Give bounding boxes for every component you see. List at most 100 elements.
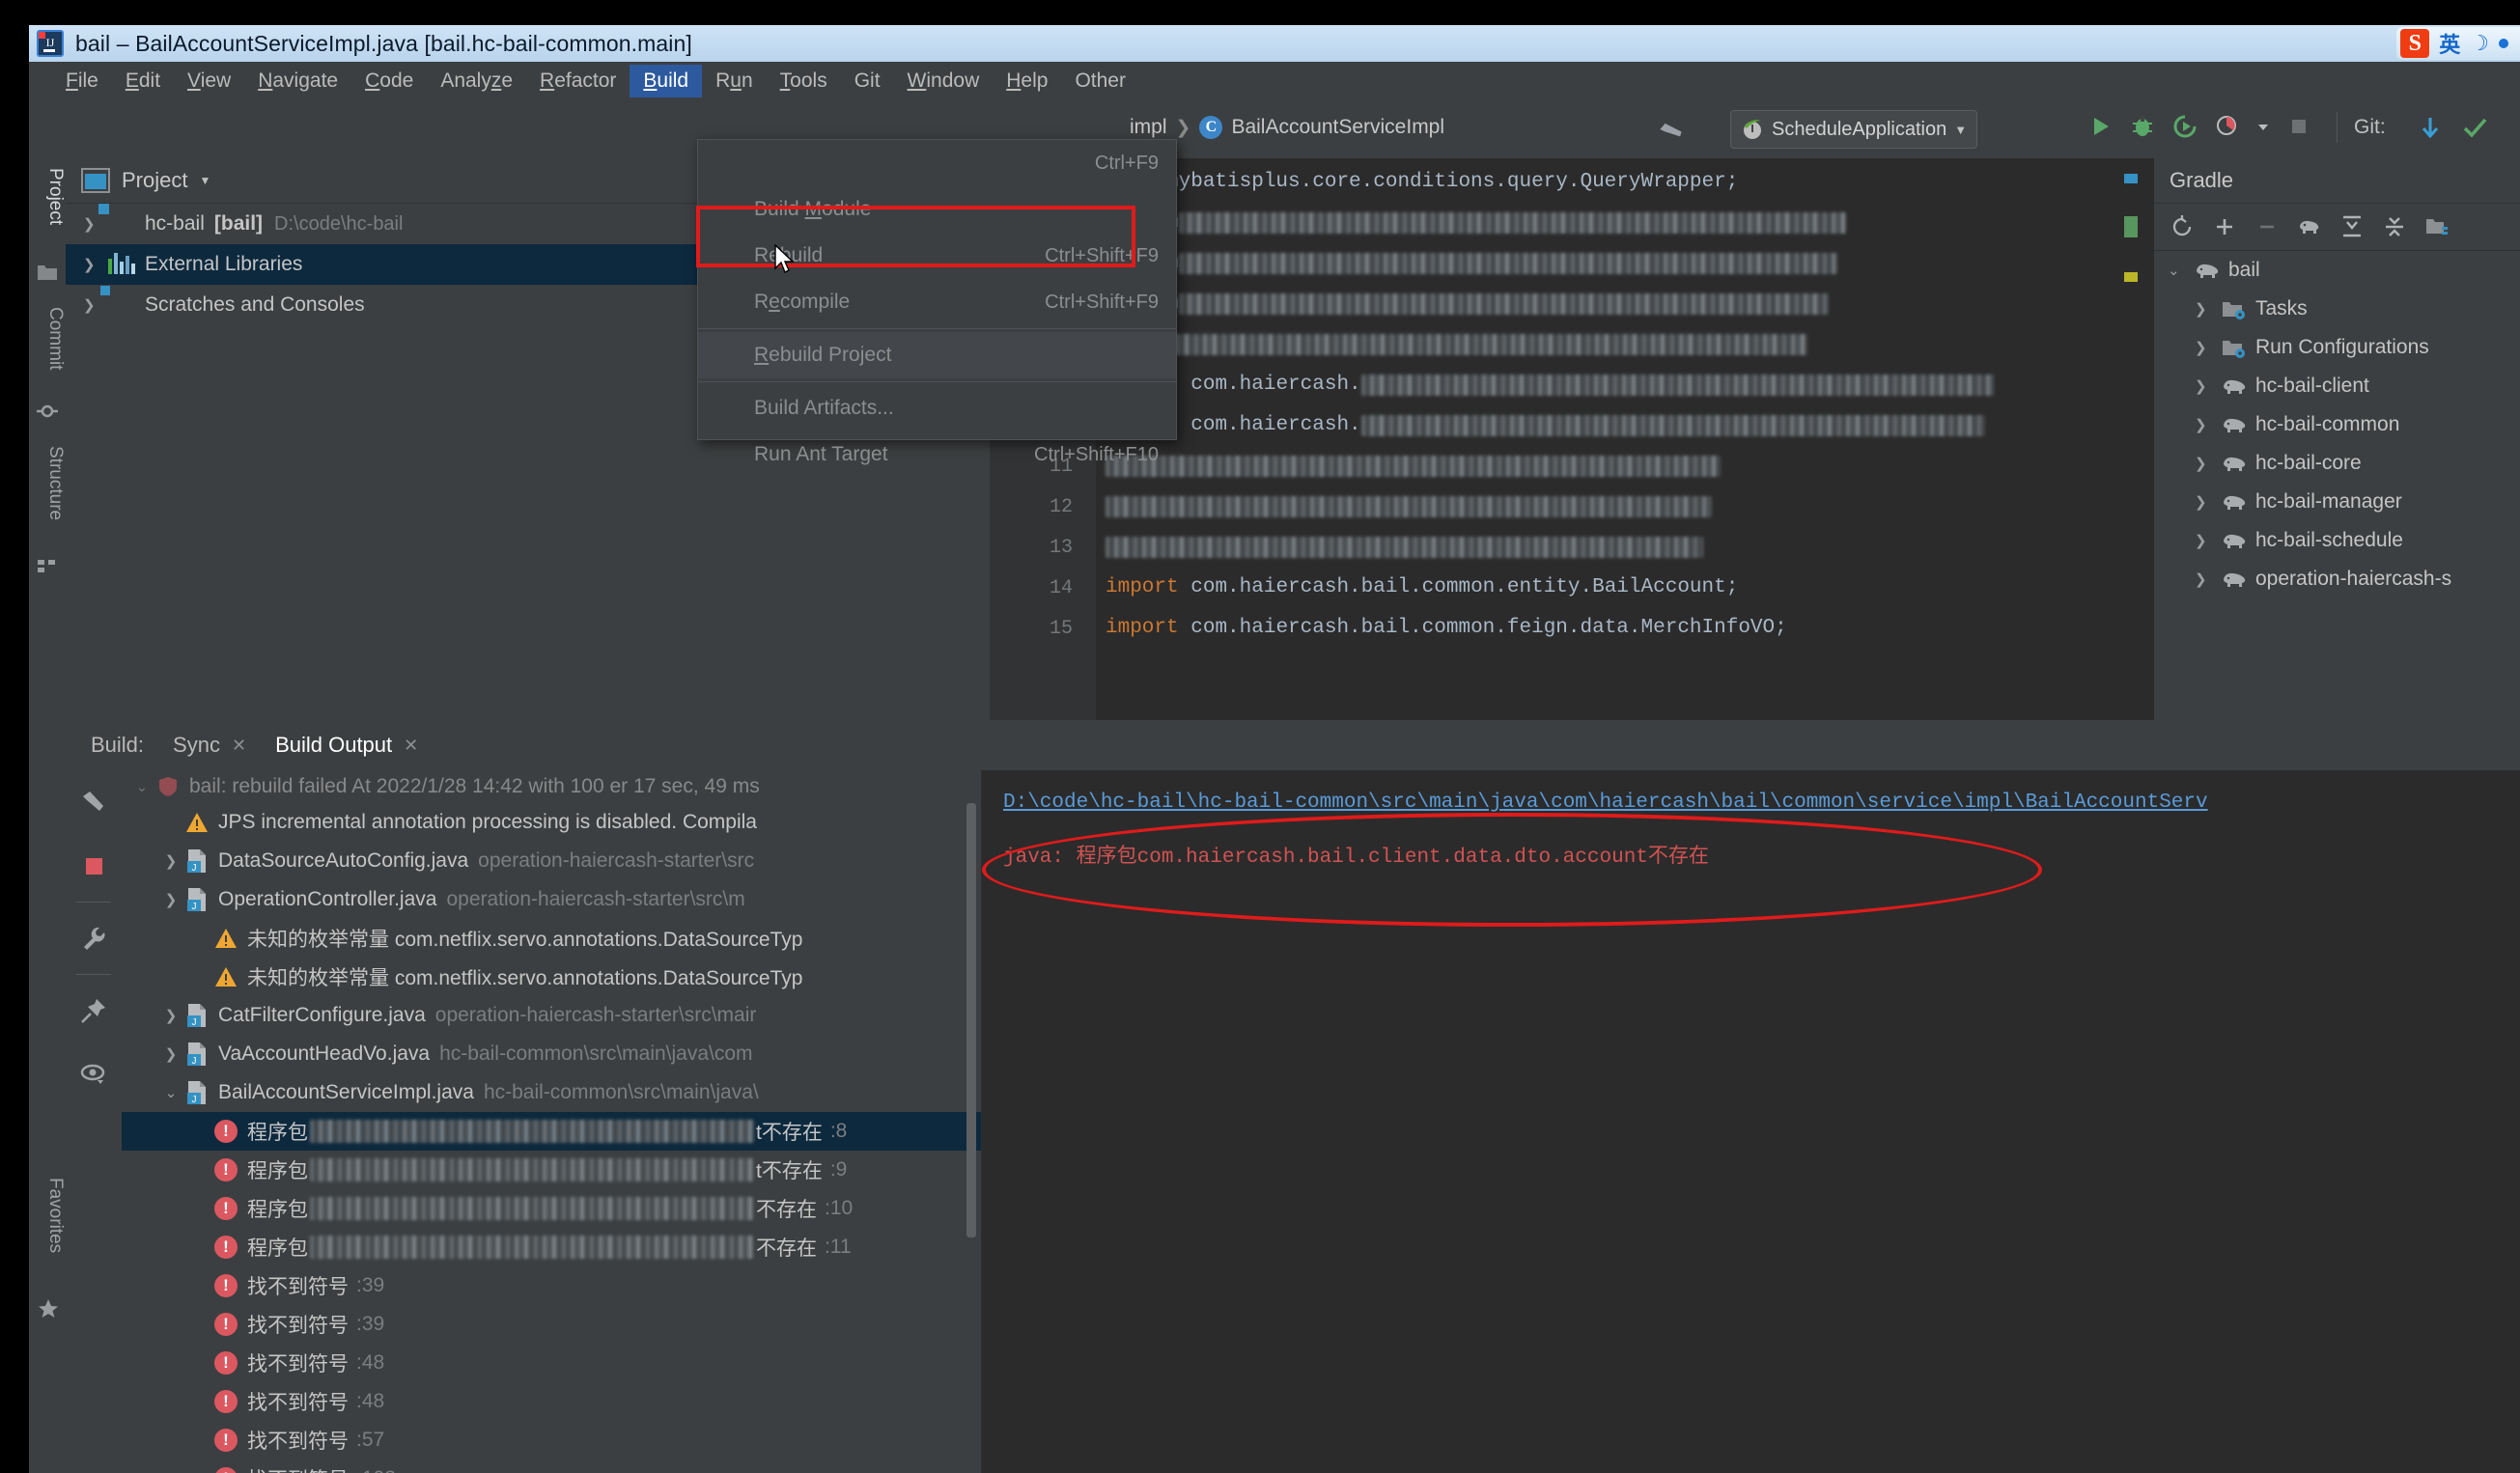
build-output-row[interactable]: ! 程序包 t不存在:8: [122, 1112, 981, 1151]
build-output-row[interactable]: ❯ J DataSourceAutoConfig.java operation-hai…: [122, 842, 981, 880]
code-line[interactable]: idou.mybatisplus.core.conditions.query.Q…: [1106, 162, 1738, 203]
chevron-right-icon[interactable]: ❯: [2195, 300, 2222, 318]
build-output-detail[interactable]: D:\code\hc-bail\hc-bail-common\src\main\…: [982, 770, 2520, 1473]
chevron-right-icon[interactable]: ❯: [2195, 570, 2222, 588]
breadcrumb-class[interactable]: BailAccountServiceImpl: [1231, 116, 1444, 139]
run-with-coverage-button[interactable]: [2170, 112, 2199, 141]
menu-item-rebuild-project[interactable]: Rebuild Project: [698, 332, 1176, 378]
chevron-right-icon[interactable]: ❯: [156, 852, 185, 870]
chevron-right-icon[interactable]: ❯: [83, 256, 108, 273]
close-icon[interactable]: ✕: [232, 736, 246, 756]
collapse-all-icon[interactable]: [2382, 214, 2407, 239]
chevron-right-icon[interactable]: ❯: [83, 215, 108, 233]
chevron-right-icon[interactable]: ❯: [2195, 532, 2222, 549]
wrench-icon[interactable]: [66, 906, 122, 970]
build-hammer-icon[interactable]: [1654, 114, 1691, 154]
menu-window[interactable]: Window: [894, 65, 994, 97]
gradle-tree-row[interactable]: ❯ hc-bail-client: [2154, 367, 2520, 405]
menu-analyze[interactable]: Analyze: [427, 65, 526, 97]
ime-mode-label[interactable]: 英: [2439, 28, 2460, 59]
build-output-row[interactable]: 未知的枚举常量 com.netflix.servo.annotations.Da…: [122, 919, 981, 958]
build-output-row[interactable]: ❯ J CatFilterConfigure.java operation-haier…: [122, 996, 981, 1035]
menu-tools[interactable]: Tools: [767, 65, 841, 97]
chevron-right-icon[interactable]: ❯: [2195, 493, 2222, 511]
build-output-row[interactable]: ! 找不到符号:48: [122, 1382, 981, 1421]
build-output-row[interactable]: ! 找不到符号:57: [122, 1421, 981, 1459]
chevron-right-icon[interactable]: ❯: [2195, 455, 2222, 472]
menu-file[interactable]: File: [52, 65, 112, 97]
chevron-down-icon[interactable]: ▼: [1954, 123, 1967, 137]
build-output-row[interactable]: ! 程序包 不存在:11: [122, 1228, 981, 1266]
chevron-down-icon[interactable]: ⌄: [127, 778, 156, 795]
menu-build[interactable]: Build: [630, 65, 703, 97]
gradle-elephant-icon[interactable]: [2297, 214, 2322, 239]
build-menu-dropdown[interactable]: Ctrl+F9 Build Module Rebuild Ctrl+Shift+F9 R…: [696, 139, 1177, 465]
chevron-right-icon[interactable]: ❯: [156, 891, 185, 908]
menu-edit[interactable]: Edit: [112, 65, 174, 97]
gradle-tree-row[interactable]: ❯ hc-bail-core: [2154, 444, 2520, 483]
moon-icon[interactable]: ☽: [2470, 31, 2489, 56]
code-line[interactable]: import com.haiercash.bail.common.entity.…: [1106, 568, 1738, 608]
menu-item-recompile[interactable]: Recompile Ctrl+Shift+F9: [698, 279, 1176, 325]
menu-code[interactable]: Code: [351, 65, 427, 97]
gradle-tree-row[interactable]: ❯ hc-bail-common: [2154, 405, 2520, 444]
pin-icon[interactable]: [66, 979, 122, 1042]
run-configuration-label[interactable]: ScheduleApplication: [1772, 119, 1946, 141]
breadcrumb-impl[interactable]: impl: [1130, 116, 1167, 139]
sidebar-item-structure[interactable]: Structure: [29, 440, 66, 526]
build-output-row[interactable]: ! 找不到符号:39: [122, 1305, 981, 1344]
build-output-row[interactable]: ⌄ J BailAccountServiceImpl.java hc-bail-com…: [122, 1073, 981, 1112]
gradle-tree-row[interactable]: ❯ hc-bail-manager: [2154, 483, 2520, 521]
build-output-row[interactable]: ! 找不到符号:102: [122, 1459, 981, 1473]
build-output-row[interactable]: ! 程序包 t不存在:9: [122, 1151, 981, 1189]
chevron-down-icon[interactable]: ⌄: [2168, 262, 2195, 279]
build-summary-row[interactable]: ⌄ bail: rebuild failed At 2022/1/28 14:4…: [122, 770, 981, 803]
git-update-icon[interactable]: [2416, 114, 2445, 148]
run-configuration-selector[interactable]: ScheduleApplication ▼: [1730, 110, 1978, 149]
chevron-right-icon[interactable]: ❯: [156, 1045, 185, 1063]
debug-button[interactable]: [2128, 112, 2157, 141]
build-tree-scrollbar[interactable]: [966, 803, 976, 1237]
ime-indicator[interactable]: S 英 ☽: [2396, 27, 2520, 60]
stop-icon[interactable]: [66, 834, 122, 898]
code-line[interactable]: import com.haiercash.bail.common.feign.d…: [1106, 608, 1787, 649]
chevron-right-icon[interactable]: ❯: [83, 296, 108, 314]
build-output-row[interactable]: ! 找不到符号:48: [122, 1344, 981, 1382]
menu-item-build-artifacts[interactable]: Build Artifacts...: [698, 385, 1176, 431]
tab-build-output[interactable]: Build Output ✕: [275, 733, 418, 758]
sidebar-item-project[interactable]: Project: [29, 162, 66, 231]
build-icon[interactable]: [2424, 214, 2450, 239]
stop-button[interactable]: [2284, 112, 2313, 141]
chevron-right-icon[interactable]: ❯: [2195, 416, 2222, 433]
gradle-tree-row[interactable]: ❯ operation-haiercash-s: [2154, 560, 2520, 598]
build-output-tree[interactable]: ⌄ bail: rebuild failed At 2022/1/28 14:4…: [122, 770, 982, 1473]
git-commit-checkmark-icon[interactable]: [2460, 114, 2489, 148]
remove-icon[interactable]: [2254, 214, 2280, 239]
build-output-row[interactable]: ! 找不到符号:39: [122, 1266, 981, 1305]
chevron-right-icon[interactable]: ❯: [2195, 377, 2222, 395]
menu-view[interactable]: View: [174, 65, 244, 97]
refresh-icon[interactable]: [2170, 214, 2195, 239]
gradle-tree-row[interactable]: ❯ hc-bail-schedule: [2154, 521, 2520, 560]
menu-other[interactable]: Other: [1061, 65, 1139, 97]
menu-run[interactable]: Run: [702, 65, 767, 97]
add-icon[interactable]: [2212, 214, 2237, 239]
menu-item-run-ant-target[interactable]: Run Ant Target Ctrl+Shift+F10: [698, 431, 1176, 478]
gradle-tree-row[interactable]: ⌄ bail: [2154, 251, 2520, 290]
build-output-row[interactable]: ❯ J VaAccountHeadVo.java hc-bail-common\src…: [122, 1035, 981, 1073]
hammer-icon[interactable]: [66, 770, 122, 834]
gradle-tree-row[interactable]: ❯ Run Configurations: [2154, 328, 2520, 367]
menu-navigate[interactable]: Navigate: [244, 65, 351, 97]
build-output-row[interactable]: 未知的枚举常量 com.netflix.servo.annotations.Da…: [122, 958, 981, 996]
build-output-row[interactable]: JPS incremental annotation processing is…: [122, 803, 981, 842]
gradle-tree-row[interactable]: ❯ Tasks: [2154, 290, 2520, 328]
menu-item-first[interactable]: Ctrl+F9: [698, 140, 1176, 186]
ime-dot-icon[interactable]: [2499, 39, 2508, 48]
expand-all-icon[interactable]: [2339, 214, 2365, 239]
eye-icon[interactable]: [66, 1042, 122, 1106]
build-output-row[interactable]: ! 程序包 不存在:10: [122, 1189, 981, 1228]
chevron-right-icon[interactable]: ❯: [2195, 339, 2222, 356]
close-icon[interactable]: ✕: [404, 736, 418, 756]
error-file-link[interactable]: D:\code\hc-bail\hc-bail-common\src\main\…: [1003, 792, 2208, 814]
sidebar-item-commit[interactable]: Commit: [29, 301, 66, 375]
